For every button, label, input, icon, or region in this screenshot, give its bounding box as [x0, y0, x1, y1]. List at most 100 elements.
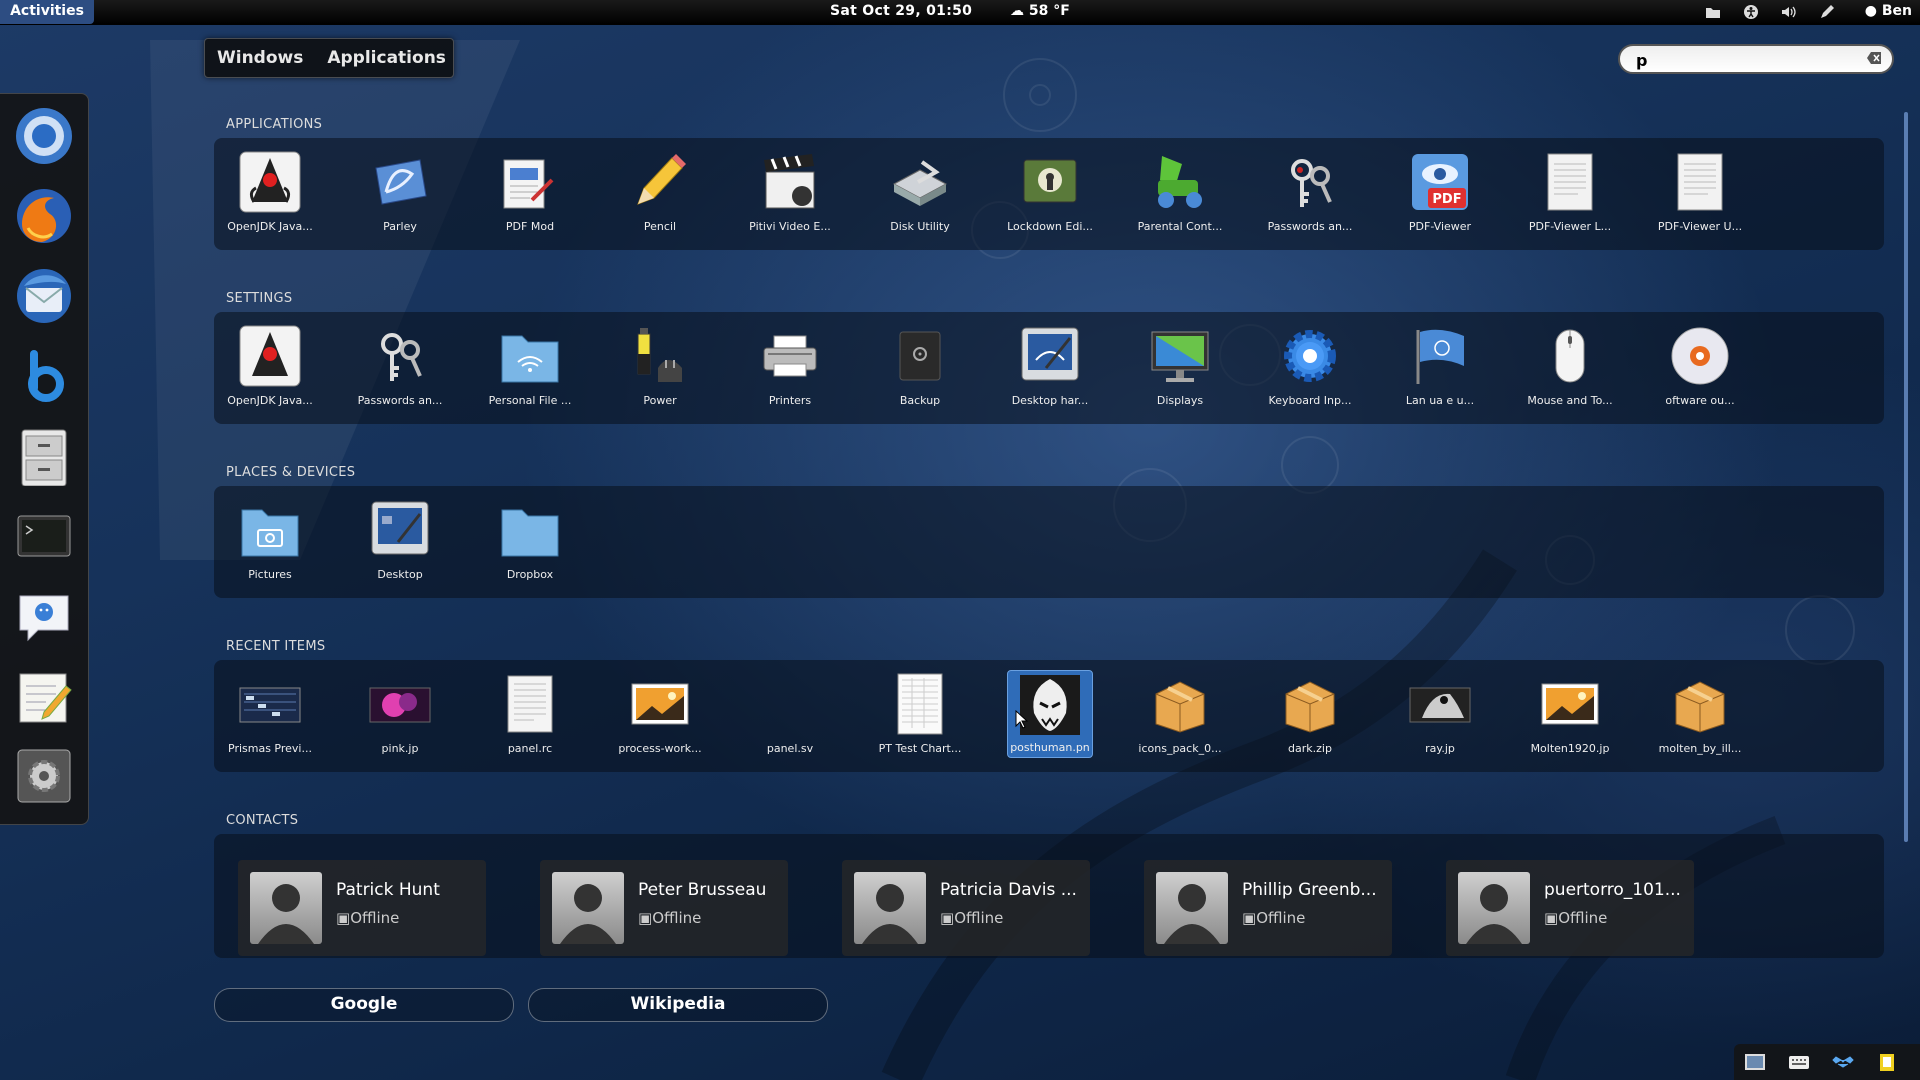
app-tile-passwords[interactable]: Passwords an... [1250, 150, 1370, 233]
image-file-icon [1538, 672, 1602, 736]
pdf-mod-icon [498, 150, 562, 214]
keyboard-icon[interactable] [1788, 1052, 1810, 1072]
folder-tray-icon[interactable] [1704, 3, 1722, 21]
dash [0, 93, 89, 825]
settings-tile-backup[interactable]: Backup [860, 324, 980, 407]
settings-tile-passwords[interactable]: Passwords an... [340, 324, 460, 407]
spreadsheet-icon [888, 672, 952, 736]
app-label: Pencil [643, 220, 677, 233]
photo-viewer-tray-icon[interactable] [1744, 1052, 1766, 1072]
file-cabinet-icon[interactable] [12, 424, 76, 488]
app-tile-openjdk[interactable]: OpenJDK Java... [210, 150, 330, 233]
clear-search-icon[interactable] [1866, 51, 1882, 65]
recent-tile-pink[interactable]: pink.jp [340, 672, 460, 755]
settings-tile-power[interactable]: Power [600, 324, 720, 407]
pencil-icon [628, 150, 692, 214]
recent-tile-pt-test-chart[interactable]: PT Test Chart... [860, 672, 980, 755]
recent-tile-molten-by-ill[interactable]: molten_by_ill... [1640, 672, 1760, 755]
settings-tile-printers[interactable]: Printers [730, 324, 850, 407]
app-tile-pdf-viewer[interactable]: PDF PDF-Viewer [1380, 150, 1500, 233]
app-tile-disk-utility[interactable]: Disk Utility [860, 150, 980, 233]
settings-tile-personal-file-sharing[interactable]: Personal File ... [470, 324, 590, 407]
search-input[interactable] [1634, 49, 1858, 71]
chromium-icon[interactable] [12, 104, 76, 168]
recent-label: dark.zip [1288, 742, 1332, 755]
recent-tile-panel-rc[interactable]: panel.rc [470, 672, 590, 755]
app-tile-parental-control[interactable]: Parental Cont... [1120, 150, 1240, 233]
terminal-icon[interactable] [12, 504, 76, 568]
contact-name: Patrick Hunt [336, 880, 440, 900]
app-tile-lockdown-editor[interactable]: Lockdown Edi... [990, 150, 1110, 233]
text-file-icon [498, 672, 562, 736]
parley-icon [368, 150, 432, 214]
user-name: Ben [1881, 3, 1912, 19]
recent-tile-ray[interactable]: ray.jp [1380, 672, 1500, 755]
section-title-applications: APPLICATIONS [226, 117, 323, 132]
place-tile-desktop[interactable]: Desktop [340, 498, 460, 581]
recent-tile-prismas-preview[interactable]: Prismas Previ... [210, 672, 330, 755]
tab-windows[interactable]: Windows [205, 48, 315, 68]
settings-tile-keyboard-input[interactable]: Keyboard Inp... [1250, 324, 1370, 407]
activities-button[interactable]: Activities [0, 0, 94, 24]
settings-tile-openjdk[interactable]: OpenJDK Java... [210, 324, 330, 407]
settings-label: Displays [1156, 394, 1204, 407]
empathy-chat-icon[interactable] [12, 584, 76, 648]
archive-icon [1668, 672, 1732, 736]
pdf-viewer-icon: PDF [1408, 150, 1472, 214]
user-menu[interactable]: ● Ben [1865, 0, 1912, 23]
avatar [552, 872, 624, 944]
recent-tile-icons-pack[interactable]: icons_pack_0... [1120, 672, 1240, 755]
settings-tile-mouse-touchpad[interactable]: Mouse and To... [1510, 324, 1630, 407]
search-provider-google-button[interactable]: Google [214, 988, 514, 1022]
clock[interactable]: Sat Oct 29, 01:50 [830, 0, 972, 23]
app-tile-pdf-viewer-l[interactable]: PDF-Viewer L... [1510, 150, 1630, 233]
search-box[interactable] [1618, 44, 1894, 74]
place-label: Desktop [377, 568, 423, 581]
place-tile-dropbox[interactable]: Dropbox [470, 498, 590, 581]
view-selector: Windows Applications [204, 38, 454, 78]
scrollbar[interactable] [1904, 112, 1908, 842]
recent-tile-panel-svg[interactable]: panel.sv [730, 672, 850, 755]
recent-tile-molten1920[interactable]: Molten1920.jp [1510, 672, 1630, 755]
contact-card[interactable]: Patricia Davis ... ▣ Offline [842, 860, 1090, 956]
search-provider-wikipedia-button[interactable]: Wikipedia [528, 988, 828, 1022]
recent-tile-process-work[interactable]: process-work... [600, 672, 720, 755]
contact-card[interactable]: puertorro_101... ▣ Offline [1446, 860, 1694, 956]
contact-card[interactable]: Patrick Hunt ▣ Offline [238, 860, 486, 956]
contact-status-text: Offline [350, 909, 400, 927]
app-tile-parley[interactable]: Parley [340, 150, 460, 233]
system-settings-icon[interactable] [12, 744, 76, 808]
weather-indicator[interactable]: ☁ 58 °F [1010, 0, 1070, 23]
volume-icon[interactable] [1780, 3, 1798, 21]
text-editor-icon[interactable] [12, 664, 76, 728]
place-tile-pictures[interactable]: Pictures [210, 498, 330, 581]
app-label: Parley [383, 220, 417, 233]
app-tile-pdf-mod[interactable]: PDF Mod [470, 150, 590, 233]
app-label: Parental Cont... [1137, 220, 1223, 233]
accessibility-icon[interactable] [1742, 3, 1760, 21]
banshee-icon[interactable] [12, 344, 76, 408]
app-label: Passwords an... [1267, 220, 1353, 233]
settings-tile-language-support[interactable]: Lan ua e u... [1380, 324, 1500, 407]
app-tile-pitivi[interactable]: Pitivi Video E... [730, 150, 850, 233]
avatar [854, 872, 926, 944]
settings-label: Power [643, 394, 677, 407]
dropbox-icon[interactable] [1832, 1052, 1854, 1072]
keys-icon [368, 324, 432, 388]
offline-status-icon: ▣ [1242, 909, 1257, 927]
app-tile-pencil[interactable]: Pencil [600, 150, 720, 233]
thunderbird-icon[interactable] [12, 264, 76, 328]
recent-tile-dark-zip[interactable]: dark.zip [1250, 672, 1370, 755]
app-tile-pdf-viewer-u[interactable]: PDF-Viewer U... [1640, 150, 1760, 233]
contact-card[interactable]: Phillip Greenb... ▣ Offline [1144, 860, 1392, 956]
app-label: PDF-Viewer U... [1657, 220, 1743, 233]
clipboard-icon[interactable] [1876, 1052, 1898, 1072]
pen-tool-icon[interactable] [1818, 3, 1836, 21]
settings-tile-displays[interactable]: Displays [1120, 324, 1240, 407]
settings-tile-desktop-sharing[interactable]: Desktop har... [990, 324, 1110, 407]
tab-applications[interactable]: Applications [315, 48, 458, 68]
firefox-icon[interactable] [12, 184, 76, 248]
contact-card[interactable]: Peter Brusseau ▣ Offline [540, 860, 788, 956]
settings-tile-software-sources[interactable]: oftware ou... [1640, 324, 1760, 407]
safe-icon [888, 324, 952, 388]
